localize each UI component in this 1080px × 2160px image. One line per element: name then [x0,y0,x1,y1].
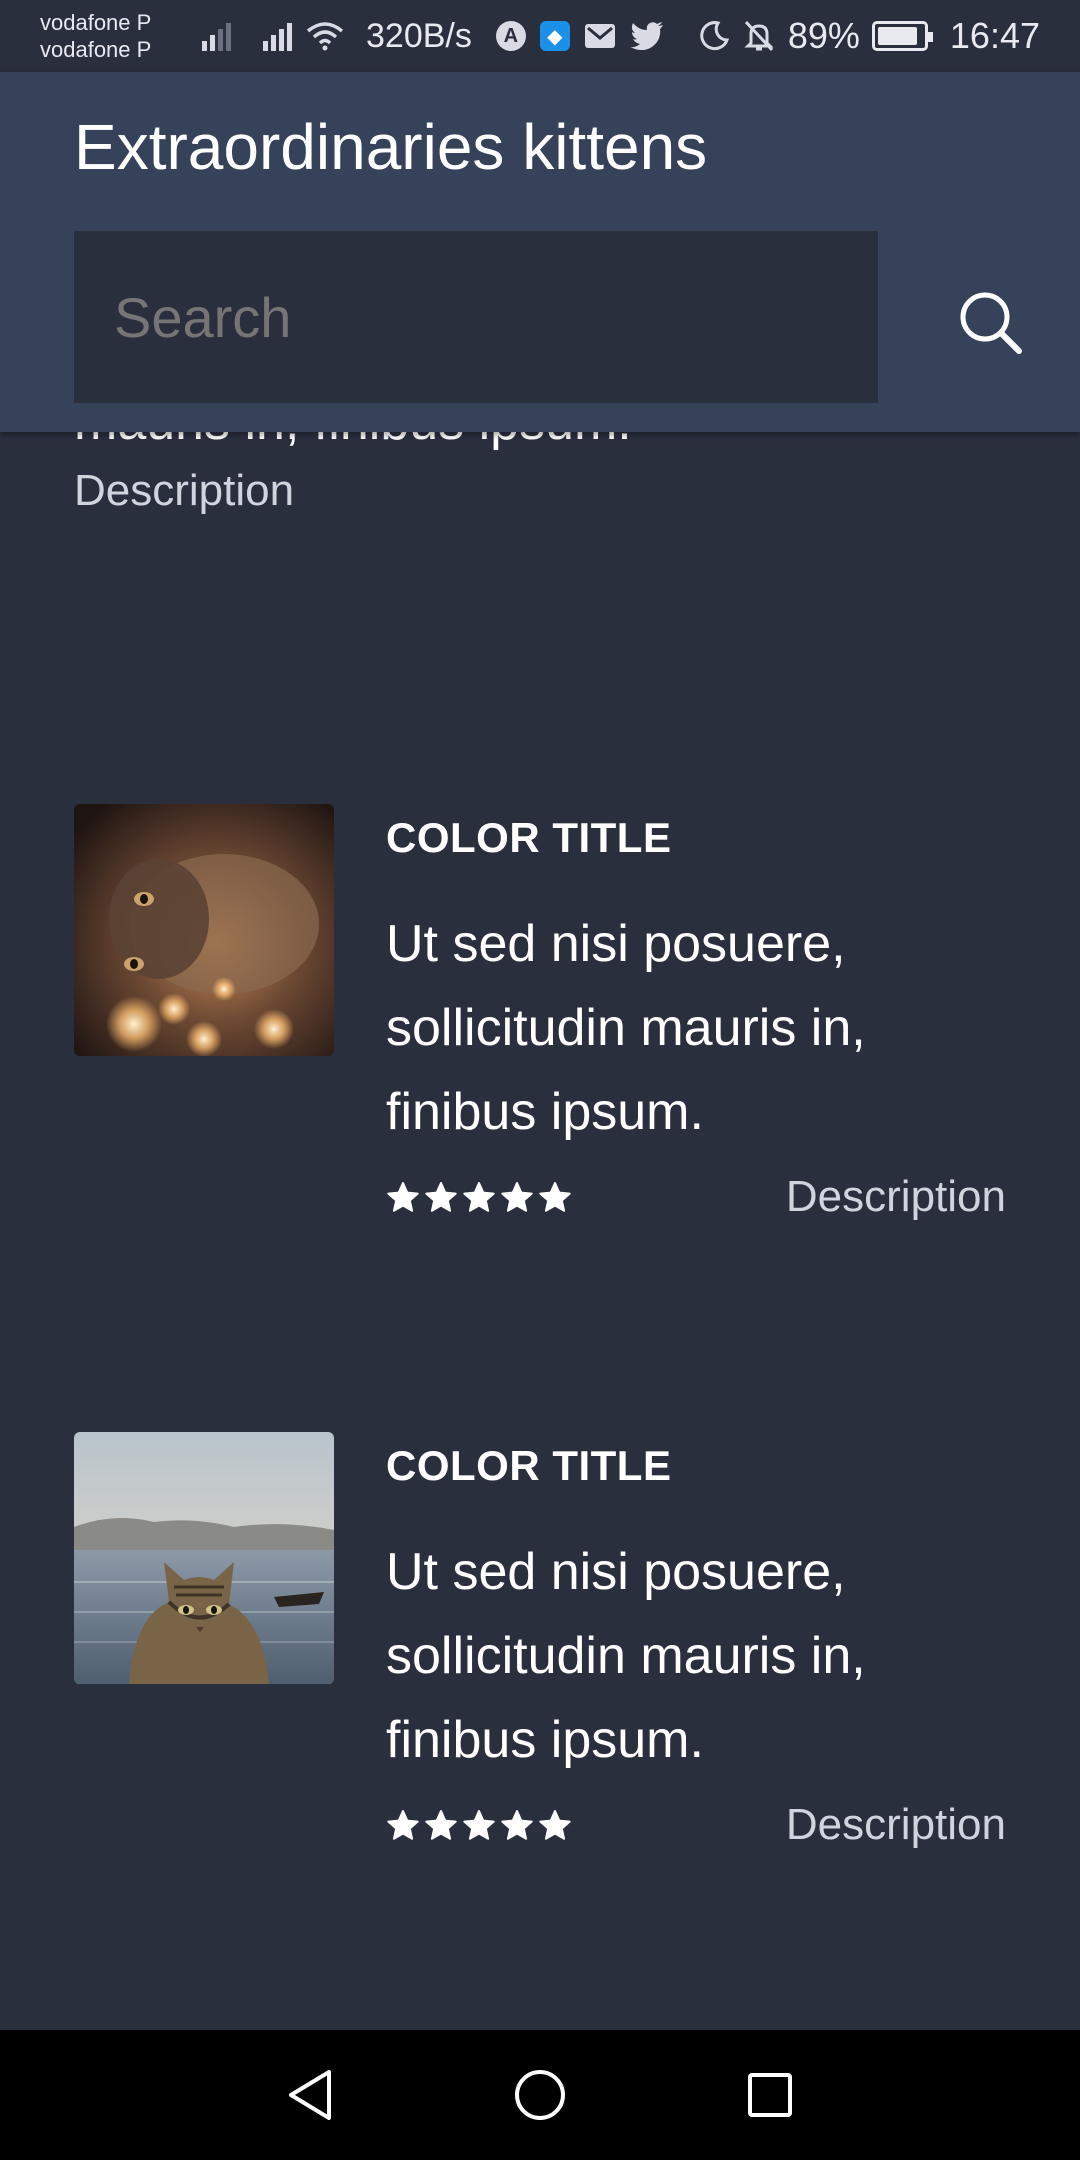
item-text: Ut sed nisi posuere, sollicitudin mauris… [386,1543,866,1769]
wifi-icon [306,22,344,51]
search-input[interactable] [74,231,878,403]
shield-icon: ◆ [539,21,570,51]
carrier-2: vodafone P [40,37,152,62]
app-icon: A [495,21,526,51]
recents-button[interactable] [740,2065,800,2125]
star-icon [425,1182,457,1212]
status-bar: vodafone P vodafone P 320B/s A ◆ 89% 16:… [0,0,1080,72]
star-icon [463,1810,495,1840]
home-icon [515,2070,565,2120]
star-rating [386,1808,572,1842]
star-icon [501,1810,533,1840]
twitter-icon [629,22,663,50]
battery-fill [877,27,918,45]
kitten-lights-image [74,804,334,1056]
back-button[interactable] [280,2065,340,2125]
battery-percent: 89% [787,15,860,56]
list-item[interactable]: COLOR TITLE Ut sed nisi posuere, sollici… [74,804,1006,1234]
item-text: Ut sed nisi posuere, sollicitudin mauris… [386,915,866,1141]
status-icons-left: 320B/s A ◆ [202,17,664,56]
status-icons-right: 89% 16:47 [698,15,1040,57]
carrier-names: vodafone P vodafone P [40,9,202,63]
bell-off-icon [744,20,774,52]
moon-icon [700,21,729,51]
star-icon [387,1810,419,1840]
back-icon [289,2070,331,2120]
carrier-1: vodafone P [40,10,152,35]
star-rating [386,1180,572,1214]
page-title: Extraordinaries kittens [74,111,708,183]
home-button[interactable] [510,2065,570,2125]
item-description: Description [785,1800,1006,1849]
clock: 16:47 [949,15,1040,56]
star-icon [539,1182,571,1212]
star-icon [387,1182,419,1212]
item-description: Description [74,466,295,515]
signal-icon [202,21,231,51]
item-description: Description [785,1172,1006,1221]
star-icon [539,1810,571,1840]
net-speed: 320B/s [366,16,472,55]
item-title: COLOR TITLE [386,814,672,861]
recents-icon [748,2073,792,2117]
item-title: COLOR TITLE [386,1442,672,1489]
star-icon [463,1182,495,1212]
list-item[interactable]: COLOR TITLE Ut sed nisi posuere, sollici… [74,1432,1006,1862]
app-header: Extraordinaries kittens [0,72,1080,432]
star-icon [425,1810,457,1840]
mail-icon [584,24,615,48]
search-icon [960,292,1022,354]
search-button[interactable] [950,282,1030,362]
navigation-bar [0,2030,1080,2160]
battery-icon [871,21,933,51]
star-icon [501,1182,533,1212]
kitten-lake-image [74,1432,334,1684]
signal-icon [263,21,292,51]
